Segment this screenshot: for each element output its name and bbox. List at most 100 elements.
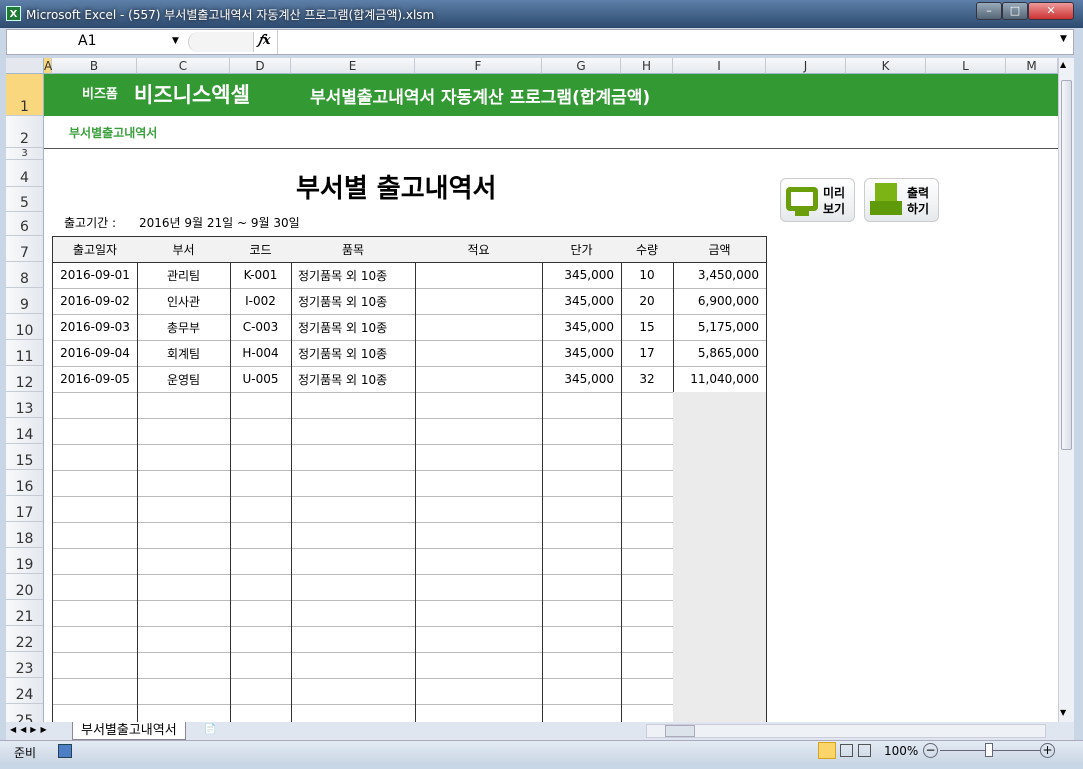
table-cell[interactable]: [542, 496, 622, 523]
table-cell[interactable]: 17: [621, 340, 674, 367]
table-cell[interactable]: [137, 626, 231, 653]
column-header-F[interactable]: F: [415, 58, 542, 74]
sheet-tab-active[interactable]: 부서별출고내역서: [72, 722, 186, 740]
table-cell[interactable]: 관리팀: [137, 262, 231, 289]
table-cell[interactable]: [137, 704, 231, 722]
table-cell[interactable]: [137, 496, 231, 523]
column-header-J[interactable]: J: [766, 58, 846, 74]
table-cell[interactable]: [291, 704, 416, 722]
row-header-7[interactable]: 7: [6, 236, 44, 262]
print-button[interactable]: 출력 하기: [864, 178, 939, 222]
column-header-G[interactable]: G: [542, 58, 621, 74]
column-header-D[interactable]: D: [230, 58, 291, 74]
table-cell[interactable]: [415, 548, 543, 575]
row-header-14[interactable]: 14: [6, 418, 44, 444]
row-header-8[interactable]: 8: [6, 262, 44, 288]
table-cell[interactable]: [415, 704, 543, 722]
close-button[interactable]: ✕: [1028, 2, 1074, 20]
zoom-in-button[interactable]: +: [1040, 743, 1055, 758]
table-cell[interactable]: [621, 704, 674, 722]
row-header-6[interactable]: 6: [6, 212, 44, 236]
table-cell[interactable]: [52, 600, 138, 627]
table-cell[interactable]: [415, 678, 543, 705]
table-cell[interactable]: [291, 496, 416, 523]
table-cell[interactable]: 5,865,000: [673, 340, 767, 367]
insert-function-icon[interactable]: 𝑓x: [258, 33, 271, 48]
table-header-cell[interactable]: 품목: [291, 236, 416, 263]
table-cell[interactable]: [291, 626, 416, 653]
row-header-1[interactable]: 1: [6, 74, 44, 116]
table-cell[interactable]: [415, 600, 543, 627]
table-cell[interactable]: 20: [621, 288, 674, 315]
row-header-16[interactable]: 16: [6, 470, 44, 496]
table-cell[interactable]: [137, 444, 231, 471]
zoom-out-button[interactable]: −: [923, 743, 938, 758]
table-cell[interactable]: [673, 444, 767, 471]
preview-button[interactable]: 미리 보기: [780, 178, 855, 222]
table-cell[interactable]: [230, 496, 292, 523]
row-header-17[interactable]: 17: [6, 496, 44, 522]
formula-bar-expander[interactable]: [188, 32, 254, 52]
horizontal-scroll-thumb[interactable]: [665, 725, 695, 737]
row-header-15[interactable]: 15: [6, 444, 44, 470]
table-cell[interactable]: [52, 548, 138, 575]
table-header-cell[interactable]: 코드: [230, 236, 292, 263]
table-cell[interactable]: [137, 600, 231, 627]
row-header-5[interactable]: 5: [6, 187, 44, 212]
column-header-B[interactable]: B: [52, 58, 137, 74]
row-header-12[interactable]: 12: [6, 366, 44, 392]
table-cell[interactable]: [673, 470, 767, 497]
table-cell[interactable]: [52, 652, 138, 679]
normal-view-icon[interactable]: [818, 742, 836, 759]
table-cell[interactable]: [542, 444, 622, 471]
table-cell[interactable]: [230, 444, 292, 471]
table-cell[interactable]: [542, 652, 622, 679]
name-box-dropdown-icon[interactable]: ▼: [172, 36, 179, 46]
table-header-cell[interactable]: 적요: [415, 236, 543, 263]
table-cell[interactable]: [542, 548, 622, 575]
row-header-19[interactable]: 19: [6, 548, 44, 574]
table-cell[interactable]: [52, 470, 138, 497]
column-header-E[interactable]: E: [291, 58, 415, 74]
table-cell[interactable]: [52, 418, 138, 445]
table-cell[interactable]: 정기품목 외 10종: [291, 340, 416, 367]
table-cell[interactable]: 345,000: [542, 366, 622, 393]
zoom-slider-thumb[interactable]: [985, 743, 993, 757]
table-cell[interactable]: [415, 366, 543, 393]
table-cell[interactable]: [230, 574, 292, 601]
table-cell[interactable]: [415, 496, 543, 523]
table-cell[interactable]: 2016-09-03: [52, 314, 138, 341]
table-cell[interactable]: [291, 600, 416, 627]
table-cell[interactable]: [621, 574, 674, 601]
table-cell[interactable]: [415, 288, 543, 315]
table-cell[interactable]: 345,000: [542, 262, 622, 289]
row-header-4[interactable]: 4: [6, 160, 44, 187]
table-cell[interactable]: [415, 314, 543, 341]
table-cell[interactable]: [542, 418, 622, 445]
table-cell[interactable]: [52, 626, 138, 653]
table-cell[interactable]: [673, 418, 767, 445]
table-cell[interactable]: [673, 392, 767, 419]
table-cell[interactable]: [230, 418, 292, 445]
table-cell[interactable]: [621, 496, 674, 523]
table-cell[interactable]: 10: [621, 262, 674, 289]
table-cell[interactable]: [542, 600, 622, 627]
table-cell[interactable]: [673, 600, 767, 627]
table-cell[interactable]: 총무부: [137, 314, 231, 341]
table-cell[interactable]: [52, 678, 138, 705]
row-header-21[interactable]: 21: [6, 600, 44, 626]
table-cell[interactable]: [621, 548, 674, 575]
scroll-down-icon[interactable]: ▼: [1060, 708, 1066, 717]
table-cell[interactable]: [52, 496, 138, 523]
table-cell[interactable]: [137, 652, 231, 679]
vertical-scroll-thumb[interactable]: [1061, 80, 1072, 450]
table-cell[interactable]: [230, 392, 292, 419]
row-header-24[interactable]: 24: [6, 678, 44, 704]
column-header-K[interactable]: K: [846, 58, 926, 74]
table-cell[interactable]: C-003: [230, 314, 292, 341]
table-cell[interactable]: [415, 522, 543, 549]
row-header-18[interactable]: 18: [6, 522, 44, 548]
table-cell[interactable]: 3,450,000: [673, 262, 767, 289]
table-cell[interactable]: [291, 418, 416, 445]
table-cell[interactable]: [230, 678, 292, 705]
